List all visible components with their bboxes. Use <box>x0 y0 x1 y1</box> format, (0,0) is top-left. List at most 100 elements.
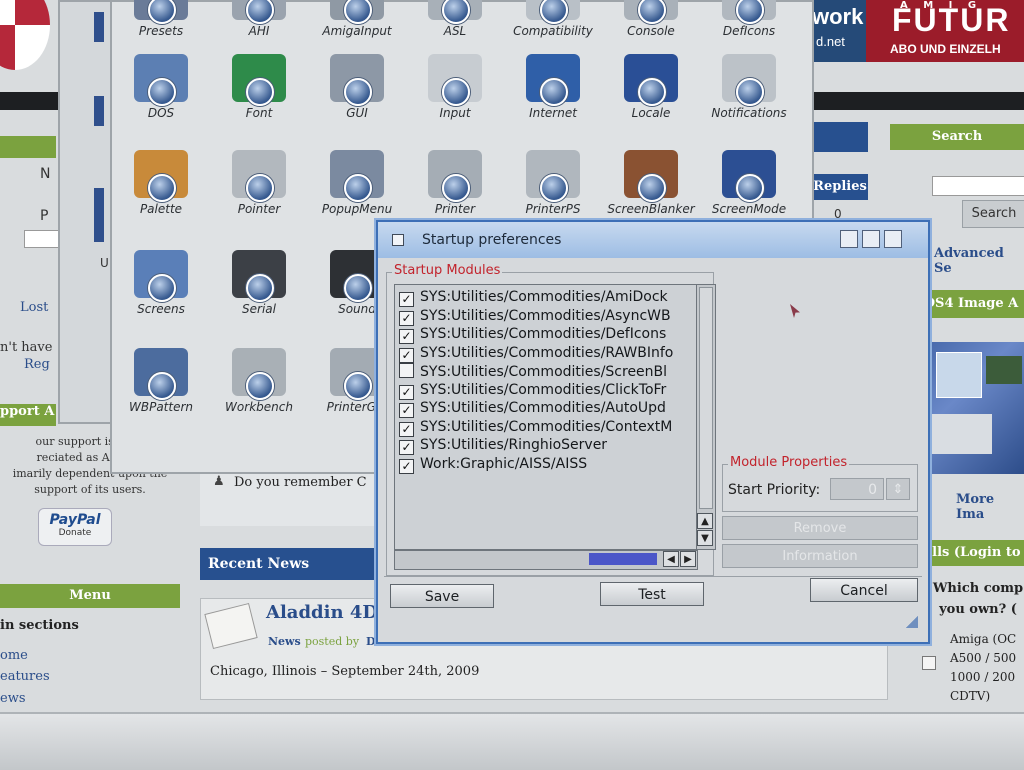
module-list-item[interactable]: ✓ SYS:Utilities/Commodities/AutoUpd <box>399 400 689 418</box>
poll-option[interactable]: A500 / 500 <box>950 649 1016 668</box>
prefs-icon-console[interactable]: Console <box>602 0 700 38</box>
vertical-scroll-knob[interactable] <box>699 287 713 509</box>
prefs-icon-printer[interactable]: Printer <box>406 150 504 216</box>
password-input[interactable] <box>24 230 60 248</box>
poll-radio[interactable] <box>922 656 936 670</box>
dialog-title: Startup preferences <box>422 232 562 248</box>
poll-option[interactable]: CDTV) <box>950 687 1016 706</box>
scroll-down-arrow-icon[interactable]: ▼ <box>697 530 713 546</box>
close-gadget-icon[interactable] <box>392 234 404 246</box>
module-enabled-checkbox[interactable]: ✓ <box>399 384 414 400</box>
prefs-icon-image <box>134 250 188 302</box>
module-path: SYS:Utilities/Commodities/AutoUpd <box>420 400 666 416</box>
prefs-icon-workbench[interactable]: Workbench <box>210 348 308 414</box>
prefs-icon-wbpattern[interactable]: WBPattern <box>112 348 210 414</box>
scroll-right-arrow-icon[interactable]: ▶ <box>680 551 696 567</box>
module-list-item[interactable]: ✓ SYS:Utilities/Commodities/AmiDock <box>399 289 689 307</box>
prefs-icon-serial[interactable]: Serial <box>210 250 308 316</box>
zoom-gadget-icon[interactable] <box>862 230 880 248</box>
menu-features-link[interactable]: eatures <box>0 669 50 684</box>
prefs-icon-input[interactable]: Input <box>406 54 504 120</box>
banner-site-text: work <box>812 4 864 29</box>
start-priority-field[interactable]: 0 <box>830 478 884 500</box>
prefs-icon-asl[interactable]: ASL <box>406 0 504 38</box>
advanced-search-link[interactable]: Advanced Se <box>934 246 1024 276</box>
prefs-icon-font[interactable]: Font <box>210 54 308 120</box>
prefs-icon-screenblanker[interactable]: ScreenBlanker <box>602 150 700 216</box>
module-enabled-checkbox[interactable]: ✓ <box>399 403 414 418</box>
prefs-icon-screenmode[interactable]: ScreenMode <box>700 150 798 216</box>
startup-modules-list[interactable]: ✓ SYS:Utilities/Commodities/AmiDock ✓ SYS:U… <box>394 284 698 550</box>
prefs-icon-notifications[interactable]: Notifications <box>700 54 798 120</box>
module-enabled-checkbox[interactable]: ✓ <box>399 458 414 474</box>
prefs-icon-presets[interactable]: Presets <box>112 0 210 38</box>
prefs-icon-image <box>624 0 678 24</box>
aiss-overlay-icon <box>344 0 372 24</box>
module-enabled-checkbox[interactable]: ✓ <box>399 292 414 307</box>
resize-handle-icon[interactable] <box>906 616 918 628</box>
prefs-icon-compatibility[interactable]: Compatibility <box>504 0 602 38</box>
login-field-p-label: P <box>40 208 49 224</box>
remove-button[interactable]: Remove <box>722 516 918 540</box>
save-button[interactable]: Save <box>390 584 494 608</box>
more-images-link[interactable]: More Ima <box>956 492 1024 522</box>
module-enabled-checkbox[interactable] <box>399 363 414 378</box>
prefs-icon-popupmenu[interactable]: PopupMenu <box>308 150 406 216</box>
priority-stepper-icon[interactable]: ⇕ <box>886 478 910 500</box>
prefs-icon-label: Pointer <box>237 202 281 216</box>
search-button[interactable]: Search <box>962 200 1024 228</box>
prefs-icon-amigainput[interactable]: AmigaInput <box>308 0 406 38</box>
prefs-icon-dos[interactable]: DOS <box>112 54 210 120</box>
aiss-overlay-icon <box>148 372 176 400</box>
aiss-overlay-icon <box>246 274 274 302</box>
module-path: SYS:Utilities/Commodities/ContextM <box>420 418 673 435</box>
test-button[interactable]: Test <box>600 582 704 606</box>
news-category[interactable]: News <box>268 635 301 648</box>
list-vertical-scrollbar[interactable]: ▲ ▼ <box>696 284 716 550</box>
information-button[interactable]: Information <box>722 544 918 568</box>
register-link[interactable]: Reg <box>24 357 50 372</box>
module-list-item[interactable]: SYS:Utilities/Commodities/ScreenBl <box>399 363 689 381</box>
module-enabled-checkbox[interactable]: ✓ <box>399 440 414 455</box>
menu-news-link[interactable]: ews <box>0 691 26 706</box>
news-title[interactable]: Aladdin 4D <box>266 602 378 623</box>
prefs-icon-deficons[interactable]: DefIcons <box>700 0 798 38</box>
prefs-icon-pointer[interactable]: Pointer <box>210 150 308 216</box>
module-enabled-checkbox[interactable]: ✓ <box>399 310 414 326</box>
poll-option[interactable]: 1000 / 200 <box>950 668 1016 687</box>
module-enabled-checkbox[interactable]: ✓ <box>399 421 414 437</box>
module-list-item[interactable]: ✓ SYS:Utilities/Commodities/RAWBInfo <box>399 345 689 363</box>
prefs-icon-gui[interactable]: GUI <box>308 54 406 120</box>
iconify-gadget-icon[interactable] <box>840 230 858 248</box>
cancel-button[interactable]: Cancel <box>810 578 918 602</box>
paypal-donate-button[interactable]: PayPal Donate <box>38 508 112 546</box>
thumbnail-dialog <box>922 414 992 454</box>
os4-screenshot-thumbnail[interactable] <box>918 342 1024 474</box>
module-enabled-checkbox[interactable]: ✓ <box>399 329 414 344</box>
prefs-icon-internet[interactable]: Internet <box>504 54 602 120</box>
poll-option[interactable]: Amiga (OC <box>950 630 1016 649</box>
module-list-item[interactable]: ✓ SYS:Utilities/Commodities/ClickToFr <box>399 382 689 400</box>
module-list-item[interactable]: ✓ SYS:Utilities/Commodities/DefIcons <box>399 326 689 344</box>
list-horizontal-scrollbar[interactable]: ◀ ▶ <box>394 550 698 570</box>
prefs-icon-palette[interactable]: Palette <box>112 150 210 216</box>
remember-text[interactable]: Do you remember C <box>234 475 367 490</box>
prefs-icon-ahi[interactable]: AHI <box>210 0 308 38</box>
module-list-item[interactable]: ✓ SYS:Utilities/Commodities/ContextM <box>399 419 689 437</box>
module-list-item[interactable]: ✓ SYS:Utilities/Commodities/AsyncWB <box>399 308 689 326</box>
prefs-icon-printerps[interactable]: PrinterPS <box>504 150 602 216</box>
dialog-titlebar[interactable]: Startup preferences <box>378 222 928 258</box>
scroll-up-arrow-icon[interactable]: ▲ <box>697 513 713 529</box>
prefs-icon-screens[interactable]: Screens <box>112 250 210 316</box>
search-input[interactable] <box>932 176 1024 196</box>
depth-gadget-icon[interactable] <box>884 230 902 248</box>
lost-password-link[interactable]: Lost <box>20 300 48 315</box>
scroll-left-arrow-icon[interactable]: ◀ <box>663 551 679 567</box>
module-list-item[interactable]: ✓ Work:Graphic/AISS/AISS <box>399 456 689 474</box>
module-list-item[interactable]: ✓ SYS:Utilities/RinghioServer <box>399 437 689 455</box>
prefs-icon-locale[interactable]: Locale <box>602 54 700 120</box>
prefs-icon-label: ASL <box>443 24 467 38</box>
module-enabled-checkbox[interactable]: ✓ <box>399 347 414 363</box>
menu-home-link[interactable]: ome <box>0 648 28 663</box>
horizontal-scroll-knob[interactable] <box>589 553 657 565</box>
